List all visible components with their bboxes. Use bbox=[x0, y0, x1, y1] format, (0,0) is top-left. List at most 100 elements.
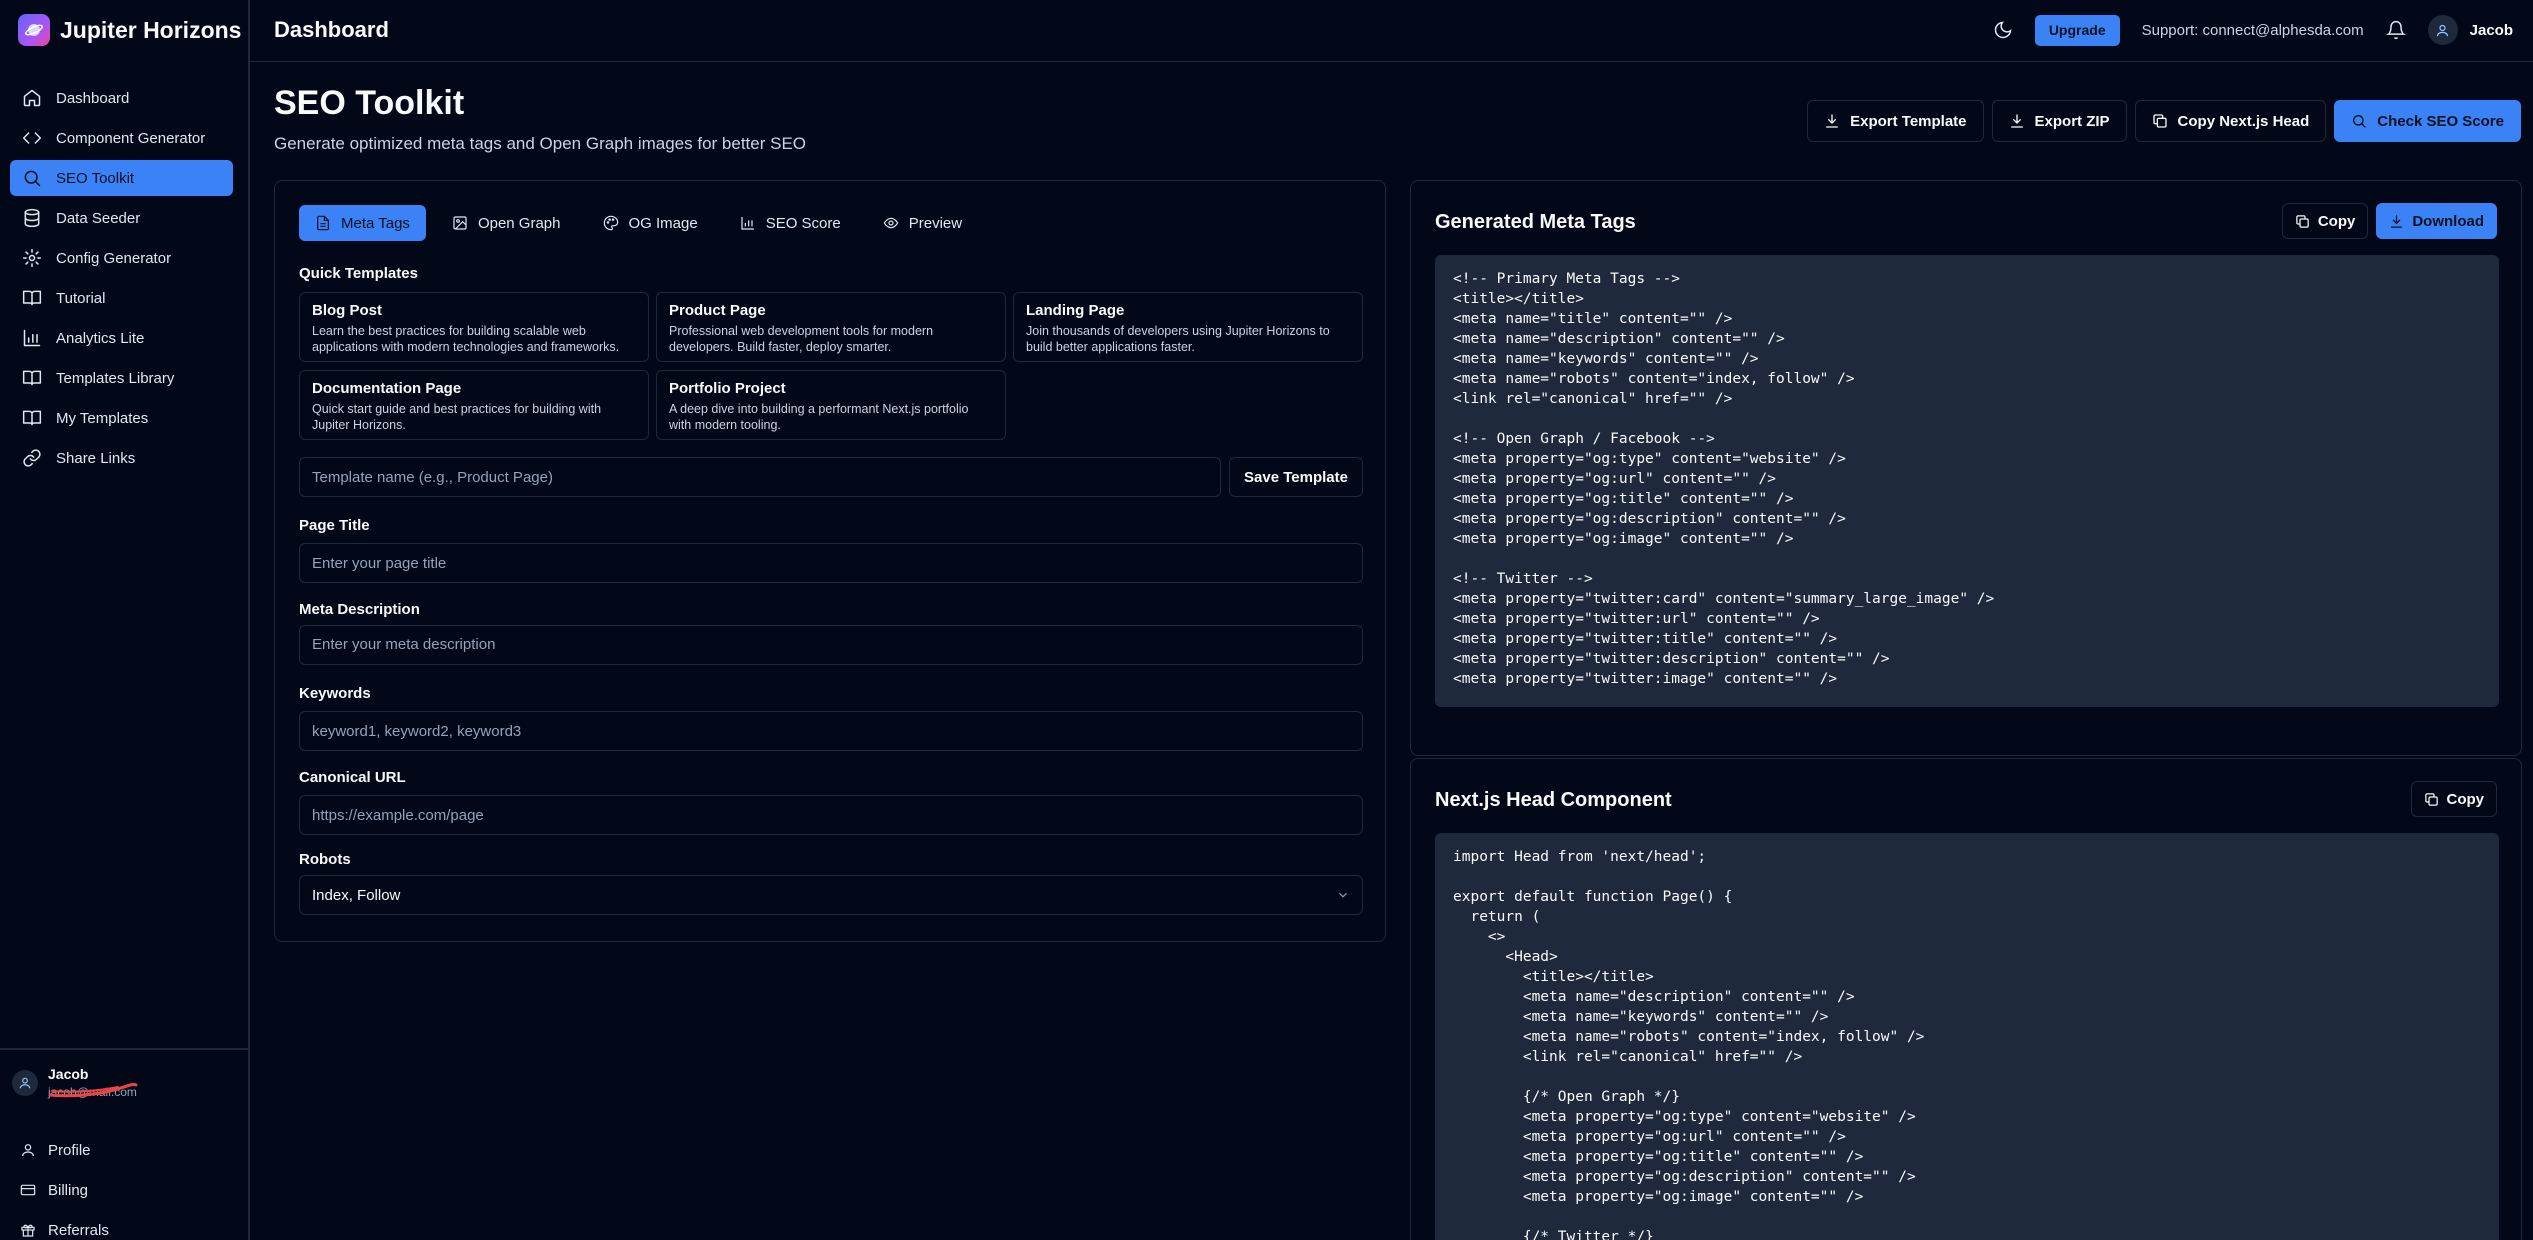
sidebar-item-seo-toolkit[interactable]: SEO Toolkit bbox=[10, 160, 233, 196]
copy-nextjs-head-button[interactable]: Copy Next.js Head bbox=[2134, 100, 2327, 142]
sidebar-item-data-seeder[interactable]: Data Seeder bbox=[10, 200, 233, 236]
sidebar-item-templates-library[interactable]: Templates Library bbox=[10, 360, 233, 396]
user-menu[interactable]: Jacob bbox=[2427, 15, 2513, 45]
avatar bbox=[2427, 15, 2458, 45]
bell-icon[interactable] bbox=[2385, 20, 2406, 40]
eye-icon bbox=[883, 217, 899, 229]
template-card-title: Product Page bbox=[669, 302, 766, 319]
generated-meta-tags-title: Generated Meta Tags bbox=[1435, 211, 1636, 233]
quick-templates-grid: Blog Post Learn the best practices for b… bbox=[299, 292, 1363, 440]
export-zip-button[interactable]: Export ZIP bbox=[1991, 100, 2127, 142]
sidebar-item-config-generator[interactable]: Config Generator bbox=[10, 240, 233, 276]
page-subtitle: Generate optimized meta tags and Open Gr… bbox=[274, 134, 807, 153]
template-card-description: Quick start guide and best practices for… bbox=[312, 402, 602, 432]
download-meta-tags-button[interactable]: Download bbox=[2376, 203, 2497, 239]
file-icon bbox=[317, 215, 329, 231]
generated-meta-tags-actions: Copy Download bbox=[2281, 203, 2497, 239]
sidebar-item-label: SEO Toolkit bbox=[56, 169, 135, 187]
sidebar-item-label: Dashboard bbox=[56, 89, 130, 107]
sidebar-account-links: Profile Billing Referrals bbox=[20, 1130, 109, 1240]
tab-label: Open Graph bbox=[477, 214, 561, 232]
tab-seo-score[interactable]: SEO Score bbox=[724, 205, 857, 241]
template-card-title: Blog Post bbox=[312, 302, 382, 319]
book-icon bbox=[22, 368, 42, 388]
sidebar-item-my-templates[interactable]: My Templates bbox=[10, 400, 233, 436]
template-card-product-page[interactable]: Product Page Professional web developmen… bbox=[656, 292, 1006, 362]
book-open-icon bbox=[22, 288, 42, 308]
check-seo-score-button[interactable]: Check SEO Score bbox=[2334, 100, 2521, 142]
user-menu-name: Jacob bbox=[2469, 21, 2513, 39]
user-icon bbox=[2437, 24, 2449, 36]
meta-description-input[interactable] bbox=[299, 625, 1363, 665]
image-icon bbox=[453, 216, 467, 230]
tab-label: Preview bbox=[908, 214, 963, 232]
topbar-title: Dashboard bbox=[274, 17, 389, 42]
brand[interactable]: Jupiter Horizons bbox=[18, 14, 241, 46]
tab-label: Meta Tags bbox=[341, 214, 410, 232]
page-title: SEO Toolkit bbox=[274, 84, 465, 122]
nextjs-head-code[interactable]: import Head from 'next/head'; export def… bbox=[1435, 833, 2499, 1240]
generated-meta-tags-code[interactable]: <!-- Primary Meta Tags --> <title></titl… bbox=[1435, 255, 2499, 707]
search-icon bbox=[22, 168, 42, 188]
template-card-description: A deep dive into building a performant N… bbox=[669, 402, 969, 432]
page-actions: Export Template Export ZIP Copy Next.js … bbox=[1807, 100, 2521, 142]
save-template-button[interactable]: Save Template bbox=[1229, 457, 1363, 497]
download-icon bbox=[2010, 114, 2023, 128]
avatar bbox=[12, 1069, 38, 1096]
sidebar-footer: Jacob jacob@mail.com Profile Billing Ref… bbox=[0, 1048, 248, 1239]
sidebar-item-label: Share Links bbox=[56, 449, 136, 467]
sidebar-user-card[interactable]: Jacob jacob@mail.com bbox=[12, 1066, 138, 1099]
upgrade-button[interactable]: Upgrade bbox=[2034, 14, 2120, 46]
robots-label: Robots bbox=[299, 851, 351, 868]
export-template-button[interactable]: Export Template bbox=[1807, 100, 1984, 142]
sidebar-item-label: Templates Library bbox=[56, 369, 175, 387]
sidebar-item-referrals[interactable]: Referrals bbox=[20, 1210, 109, 1240]
brand-name: Jupiter Horizons bbox=[60, 16, 242, 43]
sidebar-item-share-links[interactable]: Share Links bbox=[10, 440, 233, 476]
link-icon bbox=[22, 448, 42, 468]
sidebar-nav: Dashboard Component Generator SEO Toolki… bbox=[10, 80, 233, 480]
copy-meta-tags-button[interactable]: Copy bbox=[2281, 203, 2369, 239]
export-zip-label: Export ZIP bbox=[2034, 112, 2110, 130]
tab-open-graph[interactable]: Open Graph bbox=[436, 205, 577, 241]
download-label: Download bbox=[2412, 212, 2484, 230]
sidebar-item-component-generator[interactable]: Component Generator bbox=[10, 120, 233, 156]
robots-select-value: Index, Follow bbox=[312, 886, 401, 904]
copy-icon bbox=[2296, 214, 2309, 228]
gear-icon bbox=[22, 248, 42, 268]
template-card-landing-page[interactable]: Landing Page Join thousands of developer… bbox=[1013, 292, 1363, 362]
robots-select[interactable]: Index, Follow bbox=[299, 875, 1363, 915]
tab-preview[interactable]: Preview bbox=[867, 205, 978, 241]
tab-og-image[interactable]: OG Image bbox=[587, 205, 714, 241]
template-card-portfolio-project[interactable]: Portfolio Project A deep dive into build… bbox=[656, 370, 1006, 440]
page-title-input[interactable] bbox=[299, 543, 1363, 583]
sidebar-item-tutorial[interactable]: Tutorial bbox=[10, 280, 233, 316]
canonical-url-input[interactable] bbox=[299, 795, 1363, 835]
moon-icon[interactable] bbox=[1993, 20, 2013, 40]
tab-meta-tags[interactable]: Meta Tags bbox=[299, 205, 426, 241]
copy-nextjs-head-label: Copy Next.js Head bbox=[2177, 112, 2310, 130]
sidebar: Jupiter Horizons Dashboard Component Gen… bbox=[0, 0, 250, 1240]
redaction-scribble bbox=[48, 1083, 138, 1098]
sidebar-item-profile[interactable]: Profile bbox=[20, 1130, 109, 1170]
meta-tags-form-panel: Meta Tags Open Graph OG Image SEO Score … bbox=[274, 180, 1386, 942]
sidebar-item-billing[interactable]: Billing bbox=[20, 1170, 109, 1210]
brand-logo-icon bbox=[18, 14, 50, 46]
template-card-blog-post[interactable]: Blog Post Learn the best practices for b… bbox=[299, 292, 649, 362]
topbar: Dashboard Upgrade Support: connect@alphe… bbox=[250, 0, 2533, 62]
sidebar-item-label: Profile bbox=[48, 1141, 91, 1159]
template-card-documentation-page[interactable]: Documentation Page Quick start guide and… bbox=[299, 370, 649, 440]
user-icon bbox=[19, 1077, 31, 1088]
template-card-description: Learn the best practices for building sc… bbox=[312, 324, 620, 354]
book-icon bbox=[22, 408, 42, 428]
template-name-input[interactable] bbox=[299, 457, 1221, 497]
code-icon bbox=[22, 128, 42, 148]
sidebar-item-analytics-lite[interactable]: Analytics Lite bbox=[10, 320, 233, 356]
copy-nextjs-code-button[interactable]: Copy bbox=[2410, 781, 2497, 817]
palette-icon bbox=[603, 215, 618, 231]
sidebar-item-label: Tutorial bbox=[56, 289, 106, 307]
canonical-url-label: Canonical URL bbox=[299, 769, 406, 786]
sidebar-item-dashboard[interactable]: Dashboard bbox=[10, 80, 233, 116]
keywords-input[interactable] bbox=[299, 711, 1363, 751]
download-icon bbox=[1826, 114, 1839, 128]
